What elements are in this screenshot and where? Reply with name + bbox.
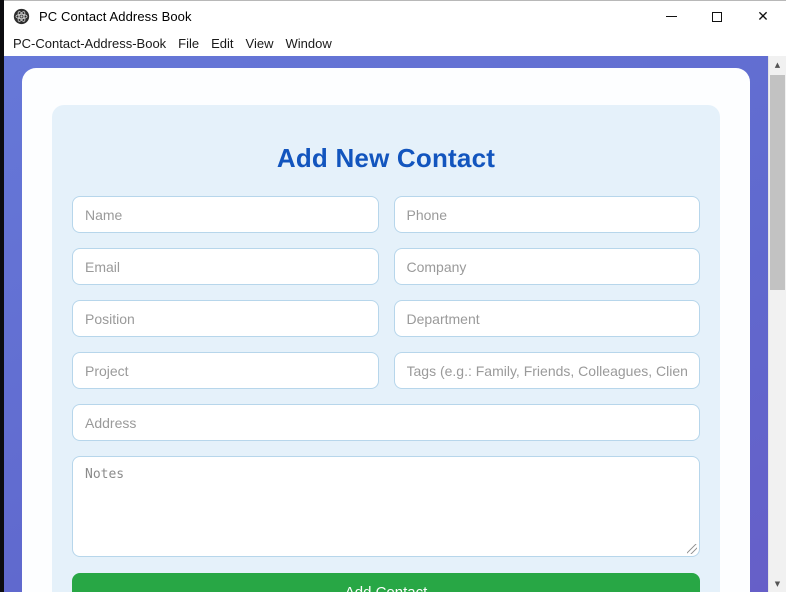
scroll-down-arrow-icon[interactable]: ▼: [769, 575, 786, 592]
name-field[interactable]: [72, 196, 379, 233]
maximize-icon: [712, 12, 722, 22]
address-field[interactable]: [72, 404, 700, 441]
project-field[interactable]: [72, 352, 379, 389]
main-content: Add New Contact: [4, 56, 786, 592]
textarea-resize-handle[interactable]: [687, 544, 697, 554]
tags-field[interactable]: [394, 352, 701, 389]
scroll-up-arrow-icon[interactable]: ▲: [769, 56, 786, 73]
app-window: PC Contact Address Book ✕ PC-Contact-Add…: [4, 0, 786, 592]
app-icon: [13, 8, 30, 25]
title-bar: PC Contact Address Book ✕: [4, 1, 786, 32]
add-contact-button[interactable]: Add Contact: [72, 573, 700, 592]
company-field[interactable]: [394, 248, 701, 285]
minimize-icon: [666, 16, 677, 17]
close-icon: ✕: [757, 9, 769, 25]
page-background: Add New Contact: [4, 56, 768, 592]
page-container: Add New Contact: [22, 68, 750, 592]
menu-item-view[interactable]: View: [240, 32, 280, 56]
department-field[interactable]: [394, 300, 701, 337]
window-title: PC Contact Address Book: [39, 9, 192, 24]
notes-wrapper: [72, 456, 700, 557]
close-button[interactable]: ✕: [740, 1, 786, 32]
form-title: Add New Contact: [72, 143, 700, 174]
scrollbar-track[interactable]: [769, 73, 786, 575]
window-controls: ✕: [648, 1, 786, 32]
form-field-grid: [72, 196, 700, 389]
scrollbar-thumb[interactable]: [770, 75, 785, 290]
minimize-button[interactable]: [648, 1, 694, 32]
position-field[interactable]: [72, 300, 379, 337]
menu-item-window[interactable]: Window: [279, 32, 337, 56]
maximize-button[interactable]: [694, 1, 740, 32]
menu-item-app[interactable]: PC-Contact-Address-Book: [7, 32, 172, 56]
phone-field[interactable]: [394, 196, 701, 233]
menu-item-edit[interactable]: Edit: [205, 32, 239, 56]
menu-item-file[interactable]: File: [172, 32, 205, 56]
add-contact-form-card: Add New Contact: [52, 105, 720, 592]
menu-bar: PC-Contact-Address-Book File Edit View W…: [4, 32, 786, 56]
vertical-scrollbar[interactable]: ▲ ▼: [768, 56, 786, 592]
email-field[interactable]: [72, 248, 379, 285]
notes-textarea[interactable]: [72, 456, 700, 557]
